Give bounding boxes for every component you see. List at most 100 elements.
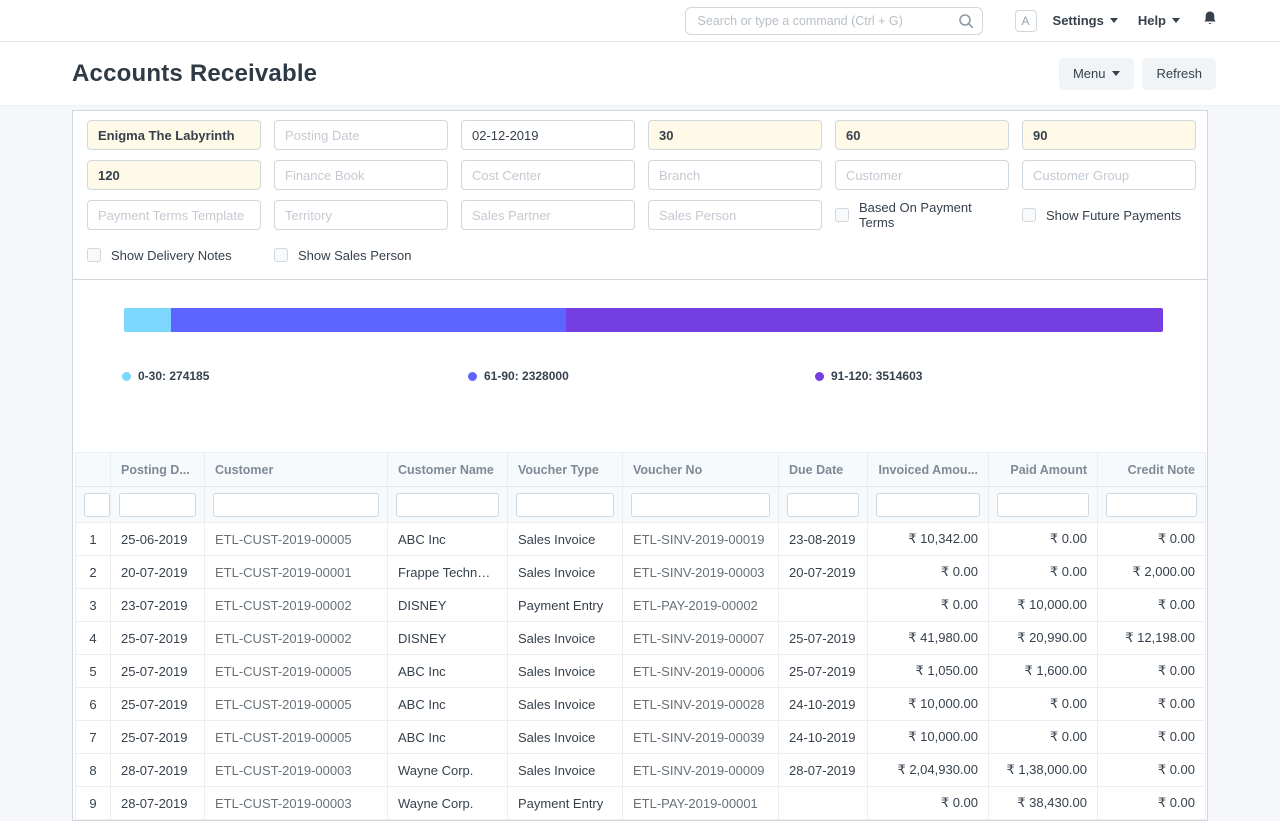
ageing-range-2-filter-input[interactable]	[835, 120, 1009, 150]
col-voucher-no-cell[interactable]: ETL-SINV-2019-00007	[623, 622, 779, 655]
payment-terms-template-filter-input[interactable]	[87, 200, 261, 230]
col-customer-name-cell: Frappe Technolo...	[388, 556, 508, 589]
col-invoiced-amount-header[interactable]: Invoiced Amou...	[868, 453, 989, 487]
based-on-payment-terms-checkbox-field: Based On Payment Terms	[835, 200, 1009, 230]
col-customer-cell[interactable]: ETL-CUST-2019-00005	[205, 688, 388, 721]
show-future-payments-checkbox[interactable]	[1022, 208, 1036, 222]
col-rownum-column-filter[interactable]	[84, 493, 110, 517]
table-row[interactable]: 725-07-2019ETL-CUST-2019-00005ABC IncSal…	[76, 721, 1206, 754]
finance-book-filter-input[interactable]	[274, 160, 448, 190]
table-row[interactable]: 828-07-2019ETL-CUST-2019-00003Wayne Corp…	[76, 754, 1206, 787]
col-customer-header[interactable]: Customer	[205, 453, 388, 487]
col-customer-name-column-filter[interactable]	[396, 493, 499, 517]
col-customer-cell[interactable]: ETL-CUST-2019-00005	[205, 655, 388, 688]
col-voucher-no-cell[interactable]: ETL-PAY-2019-00001	[623, 787, 779, 820]
col-voucher-no-cell[interactable]: ETL-PAY-2019-00002	[623, 589, 779, 622]
ageing-range-3-filter-input[interactable]	[1022, 120, 1196, 150]
col-voucher-no-cell[interactable]: ETL-SINV-2019-00019	[623, 523, 779, 556]
help-menu[interactable]: Help	[1138, 13, 1180, 28]
col-due-date-cell: 25-07-2019	[779, 622, 868, 655]
col-paid-amount-column-filter[interactable]	[997, 493, 1089, 517]
col-voucher-no-cell[interactable]: ETL-SINV-2019-00009	[623, 754, 779, 787]
customer-filter-input[interactable]	[835, 160, 1009, 190]
col-customer-cell[interactable]: ETL-CUST-2019-00002	[205, 622, 388, 655]
table-row[interactable]: 425-07-2019ETL-CUST-2019-00002DISNEYSale…	[76, 622, 1206, 655]
refresh-button[interactable]: Refresh	[1142, 58, 1216, 90]
col-voucher-no-cell[interactable]: ETL-SINV-2019-00006	[623, 655, 779, 688]
col-customer-cell[interactable]: ETL-CUST-2019-00003	[205, 787, 388, 820]
report-date-filter-input[interactable]	[461, 120, 635, 150]
col-customer-cell[interactable]: ETL-CUST-2019-00005	[205, 523, 388, 556]
col-credit-note-cell: ₹ 12,198.00	[1098, 622, 1206, 655]
col-voucher-no-header[interactable]: Voucher No	[623, 453, 779, 487]
table-row[interactable]: 323-07-2019ETL-CUST-2019-00002DISNEYPaym…	[76, 589, 1206, 622]
posting-date-filter-input[interactable]	[274, 120, 448, 150]
col-paid-amount-cell: ₹ 0.00	[989, 523, 1098, 556]
col-paid-amount-header[interactable]: Paid Amount	[989, 453, 1098, 487]
col-voucher-no-cell[interactable]: ETL-SINV-2019-00003	[623, 556, 779, 589]
cost-center-filter-input[interactable]	[461, 160, 635, 190]
territory-filter-input[interactable]	[274, 200, 448, 230]
table-row[interactable]: 928-07-2019ETL-CUST-2019-00003Wayne Corp…	[76, 787, 1206, 820]
table-row[interactable]: 525-07-2019ETL-CUST-2019-00005ABC IncSal…	[76, 655, 1206, 688]
col-invoiced-amount-cell: ₹ 0.00	[868, 589, 989, 622]
col-voucher-no-cell[interactable]: ETL-SINV-2019-00039	[623, 721, 779, 754]
show-sales-person-checkbox[interactable]	[274, 248, 288, 262]
col-due-date-header[interactable]: Due Date	[779, 453, 868, 487]
notifications-bell-icon[interactable]	[1202, 10, 1218, 32]
table-row[interactable]: 125-06-2019ETL-CUST-2019-00005ABC IncSal…	[76, 523, 1206, 556]
avatar[interactable]: A	[1015, 10, 1037, 32]
bar-segment-91-120[interactable]	[566, 308, 1163, 332]
col-customer-name-header[interactable]: Customer Name	[388, 453, 508, 487]
col-credit-note-cell: ₹ 0.00	[1098, 589, 1206, 622]
col-voucher-no-cell[interactable]: ETL-SINV-2019-00028	[623, 688, 779, 721]
col-credit-note-column-filter[interactable]	[1106, 493, 1197, 517]
ageing-range-4-filter-input[interactable]	[87, 160, 261, 190]
branch-filter-input[interactable]	[648, 160, 822, 190]
search-icon[interactable]	[958, 13, 974, 34]
col-customer-cell[interactable]: ETL-CUST-2019-00003	[205, 754, 388, 787]
show-sales-person-label: Show Sales Person	[298, 248, 411, 263]
table-row[interactable]: 220-07-2019ETL-CUST-2019-00001Frappe Tec…	[76, 556, 1206, 589]
col-posting-date-cell: 28-07-2019	[111, 754, 205, 787]
col-posting-date-column-filter[interactable]	[119, 493, 196, 517]
col-invoiced-amount-column-filter[interactable]	[876, 493, 980, 517]
bar-segment-61-90[interactable]	[171, 308, 566, 332]
col-posting-date-cell: 28-07-2019	[111, 787, 205, 820]
settings-menu[interactable]: Settings	[1053, 13, 1118, 28]
menu-button[interactable]: Menu	[1059, 58, 1135, 90]
col-customer-cell[interactable]: ETL-CUST-2019-00001	[205, 556, 388, 589]
col-voucher-type-cell: Sales Invoice	[508, 688, 623, 721]
ageing-range-1-filter-input[interactable]	[648, 120, 822, 150]
col-customer-cell[interactable]: ETL-CUST-2019-00002	[205, 589, 388, 622]
col-voucher-type-column-filter[interactable]	[516, 493, 614, 517]
sales-partner-filter-input[interactable]	[461, 200, 635, 230]
table-header-row: Posting D...CustomerCustomer NameVoucher…	[76, 453, 1206, 487]
legend-label: 91-120: 3514603	[831, 369, 922, 383]
based-on-payment-terms-checkbox[interactable]	[835, 208, 849, 222]
show-delivery-notes-checkbox[interactable]	[87, 248, 101, 262]
bar-segment-0-30[interactable]	[124, 308, 171, 332]
col-credit-note-header[interactable]: Credit Note	[1098, 453, 1206, 487]
help-label: Help	[1138, 13, 1166, 28]
search-input[interactable]	[685, 7, 983, 35]
col-paid-amount-cell: ₹ 38,430.00	[989, 787, 1098, 820]
col-posting-date-header[interactable]: Posting D...	[111, 453, 205, 487]
table-row[interactable]: 625-07-2019ETL-CUST-2019-00005ABC IncSal…	[76, 688, 1206, 721]
col-invoiced-amount-cell: ₹ 0.00	[868, 787, 989, 820]
col-rownum-cell: 3	[76, 589, 111, 622]
chart-legend: 0-30: 27418561-90: 232800091-120: 351460…	[73, 369, 1207, 385]
col-customer-column-filter[interactable]	[213, 493, 379, 517]
customer-group-filter-input[interactable]	[1022, 160, 1196, 190]
col-voucher-type-header[interactable]: Voucher Type	[508, 453, 623, 487]
company-filter-input[interactable]	[87, 120, 261, 150]
table-filter-row	[76, 487, 1206, 523]
col-voucher-no-column-filter[interactable]	[631, 493, 770, 517]
col-customer-cell[interactable]: ETL-CUST-2019-00005	[205, 721, 388, 754]
col-voucher-type-cell: Sales Invoice	[508, 622, 623, 655]
sales-person-filter-input[interactable]	[648, 200, 822, 230]
col-invoiced-amount-cell: ₹ 0.00	[868, 556, 989, 589]
col-rownum-cell: 5	[76, 655, 111, 688]
col-due-date-column-filter[interactable]	[787, 493, 859, 517]
col-rownum-header[interactable]	[76, 453, 111, 487]
